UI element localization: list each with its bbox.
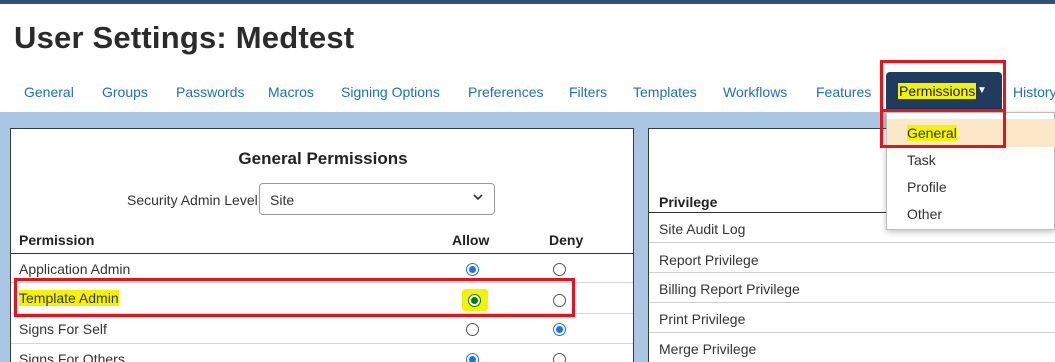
menu-item-task[interactable]: Task bbox=[887, 146, 1055, 174]
page-title: User Settings: Medtest bbox=[14, 20, 355, 55]
deny-radio[interactable] bbox=[553, 323, 566, 336]
tab-filters[interactable]: Filters bbox=[569, 84, 607, 100]
row-divider bbox=[649, 242, 1055, 243]
tab-templates[interactable]: Templates bbox=[633, 84, 697, 100]
deny-column-header: Deny bbox=[549, 232, 584, 248]
privilege-item: Report Privilege bbox=[659, 252, 759, 268]
panel-title: General Permissions bbox=[238, 149, 408, 168]
menu-item-other[interactable]: Other bbox=[887, 200, 1055, 228]
tab-general[interactable]: General bbox=[24, 84, 74, 100]
tab-passwords[interactable]: Passwords bbox=[176, 84, 244, 100]
allow-radio[interactable] bbox=[466, 263, 479, 276]
chevron-down-icon bbox=[472, 191, 484, 206]
permission-name: Signs For Self bbox=[19, 321, 107, 337]
allow-radio[interactable] bbox=[466, 323, 479, 336]
allow-radio[interactable] bbox=[466, 353, 479, 362]
annotation-box-general-item bbox=[880, 112, 1006, 148]
privilege-item: Print Privilege bbox=[659, 311, 746, 327]
tab-features[interactable]: Features bbox=[816, 84, 871, 100]
deny-radio[interactable] bbox=[553, 353, 566, 362]
tab-macros[interactable]: Macros bbox=[268, 84, 314, 100]
row-divider bbox=[649, 332, 1055, 333]
header-divider bbox=[11, 253, 633, 254]
permission-column-header: Permission bbox=[19, 232, 95, 248]
tab-workflows[interactable]: Workflows bbox=[723, 84, 787, 100]
privilege-column-header: Privilege bbox=[659, 194, 718, 210]
row-divider bbox=[11, 343, 633, 344]
tab-preferences[interactable]: Preferences bbox=[468, 84, 543, 100]
security-admin-level-select[interactable]: Site bbox=[259, 183, 495, 215]
tab-groups[interactable]: Groups bbox=[102, 84, 148, 100]
deny-radio[interactable] bbox=[553, 263, 566, 276]
privilege-item: Merge Privilege bbox=[659, 341, 757, 357]
permission-name: Signs For Others bbox=[19, 351, 125, 362]
privilege-item: Site Audit Log bbox=[659, 221, 746, 237]
security-admin-level-value: Site bbox=[270, 192, 295, 208]
menu-item-profile[interactable]: Profile bbox=[887, 173, 1055, 201]
privilege-item: Billing Report Privilege bbox=[659, 281, 800, 297]
security-admin-level-label: Security Admin Level: bbox=[127, 192, 262, 208]
tab-history[interactable]: History bbox=[1013, 84, 1055, 100]
row-divider bbox=[649, 302, 1055, 303]
top-rule bbox=[0, 0, 1055, 4]
annotation-box-permissions-tab bbox=[880, 60, 1006, 112]
permission-name: Application Admin bbox=[19, 261, 131, 277]
allow-column-header: Allow bbox=[452, 232, 490, 248]
annotation-box-template-admin bbox=[14, 278, 575, 317]
general-permissions-panel: General Permissions Security Admin Level… bbox=[10, 128, 634, 362]
tab-signing-options[interactable]: Signing Options bbox=[341, 84, 440, 100]
row-divider bbox=[649, 272, 1055, 273]
